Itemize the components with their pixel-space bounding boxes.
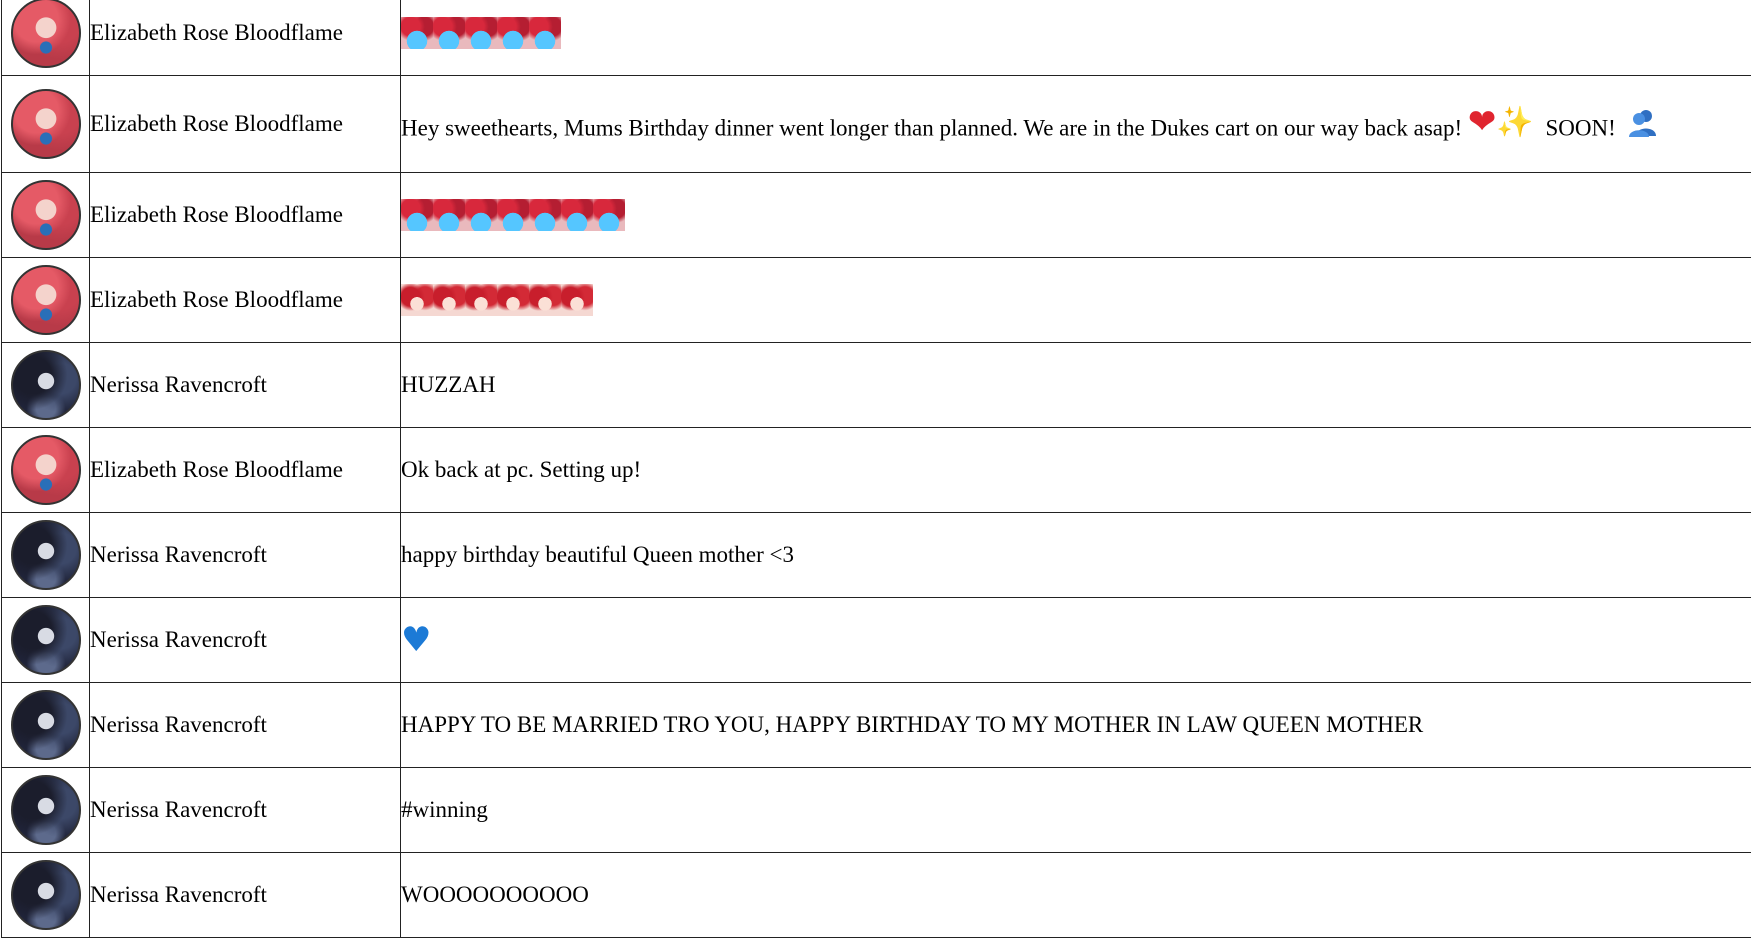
kiss-emote [433,284,465,316]
kiss-emote [561,284,593,316]
blue-gem-emote [433,17,465,49]
blue-gem-emote [497,199,529,231]
message-text: HAPPY TO BE MARRIED TRO YOU, HAPPY BIRTH… [401,683,1751,768]
message-text: Hey sweethearts, Mums Birthday dinner we… [401,115,1462,140]
avatar-cell [2,258,90,343]
red-heart-icon: ❤ [1468,102,1497,142]
avatar-cell [2,76,90,173]
table-row: Nerissa Ravencroft HUZZAH [2,343,1751,428]
message-text: #winning [401,768,1751,853]
kiss-emote [497,284,529,316]
author-name: Elizabeth Rose Bloodflame [90,258,401,343]
nerissa-avatar [11,775,81,845]
message-text: happy birthday beautiful Queen mother <3 [401,513,1751,598]
table-row: Elizabeth Rose Bloodflame Ok back at pc.… [2,428,1751,513]
avatar-cell [2,598,90,683]
avatar-cell [2,513,90,598]
elizabeth-avatar [11,435,81,505]
elizabeth-avatar [11,0,81,68]
author-name: Nerissa Ravencroft [90,598,401,683]
elizabeth-avatar [11,180,81,250]
elizabeth-avatar [11,89,81,159]
message-cell [401,173,1751,258]
table-row: Elizabeth Rose Bloodflame Hey sweetheart… [2,76,1751,173]
sparkles-icon: ✨ [1496,105,1533,140]
table-row: Nerissa Ravencroft #winning [2,768,1751,853]
nerissa-avatar [11,520,81,590]
author-name: Elizabeth Rose Bloodflame [90,173,401,258]
blue-gem-emote [529,199,561,231]
message-text: Ok back at pc. Setting up! [401,428,1751,513]
author-name: Elizabeth Rose Bloodflame [90,76,401,173]
kiss-emote [401,284,433,316]
blue-gem-emote [401,17,433,49]
author-name: Nerissa Ravencroft [90,683,401,768]
blue-heart-icon: ♥ [401,620,431,660]
author-name: Elizabeth Rose Bloodflame [90,0,401,76]
blue-gem-emote [465,199,497,231]
nerissa-avatar [11,860,81,930]
message-cell: Hey sweethearts, Mums Birthday dinner we… [401,76,1751,173]
elizabeth-avatar [11,265,81,335]
kiss-emote [465,284,497,316]
nerissa-avatar [11,350,81,420]
table-row: Nerissa Ravencroft HAPPY TO BE MARRIED T… [2,683,1751,768]
blue-gem-emote [529,17,561,49]
blue-gem-emote [593,199,625,231]
table-row: Elizabeth Rose Bloodflame [2,258,1751,343]
author-name: Elizabeth Rose Bloodflame [90,428,401,513]
message-cell [401,0,1751,76]
blue-gem-emote [433,199,465,231]
table-row: Nerissa Ravencroft ♥ [2,598,1751,683]
table-row: Nerissa Ravencroft happy birthday beauti… [2,513,1751,598]
nerissa-avatar [11,690,81,760]
people-icon [1628,107,1658,137]
message-text: HUZZAH [401,343,1751,428]
avatar-cell [2,343,90,428]
author-name: Nerissa Ravencroft [90,343,401,428]
message-text-2: SOON! [1546,115,1616,140]
blue-gem-emote [497,17,529,49]
blue-gem-emote [465,17,497,49]
message-cell [401,258,1751,343]
blue-gem-emote [561,199,593,231]
message-cell: ♥ [401,598,1751,683]
chat-log-table: Elizabeth Rose Bloodflame Elizabeth Rose… [1,0,1751,938]
emote-strip [401,199,625,231]
table-row: Elizabeth Rose Bloodflame [2,173,1751,258]
avatar-cell [2,173,90,258]
kiss-emote [529,284,561,316]
author-name: Nerissa Ravencroft [90,513,401,598]
avatar-cell [2,683,90,768]
avatar-cell [2,768,90,853]
emote-strip [401,17,561,49]
author-name: Nerissa Ravencroft [90,768,401,853]
emote-strip [401,284,593,316]
avatar-cell [2,428,90,513]
nerissa-avatar [11,605,81,675]
blue-gem-emote [401,199,433,231]
table-row: Elizabeth Rose Bloodflame [2,0,1751,76]
avatar-cell [2,0,90,76]
